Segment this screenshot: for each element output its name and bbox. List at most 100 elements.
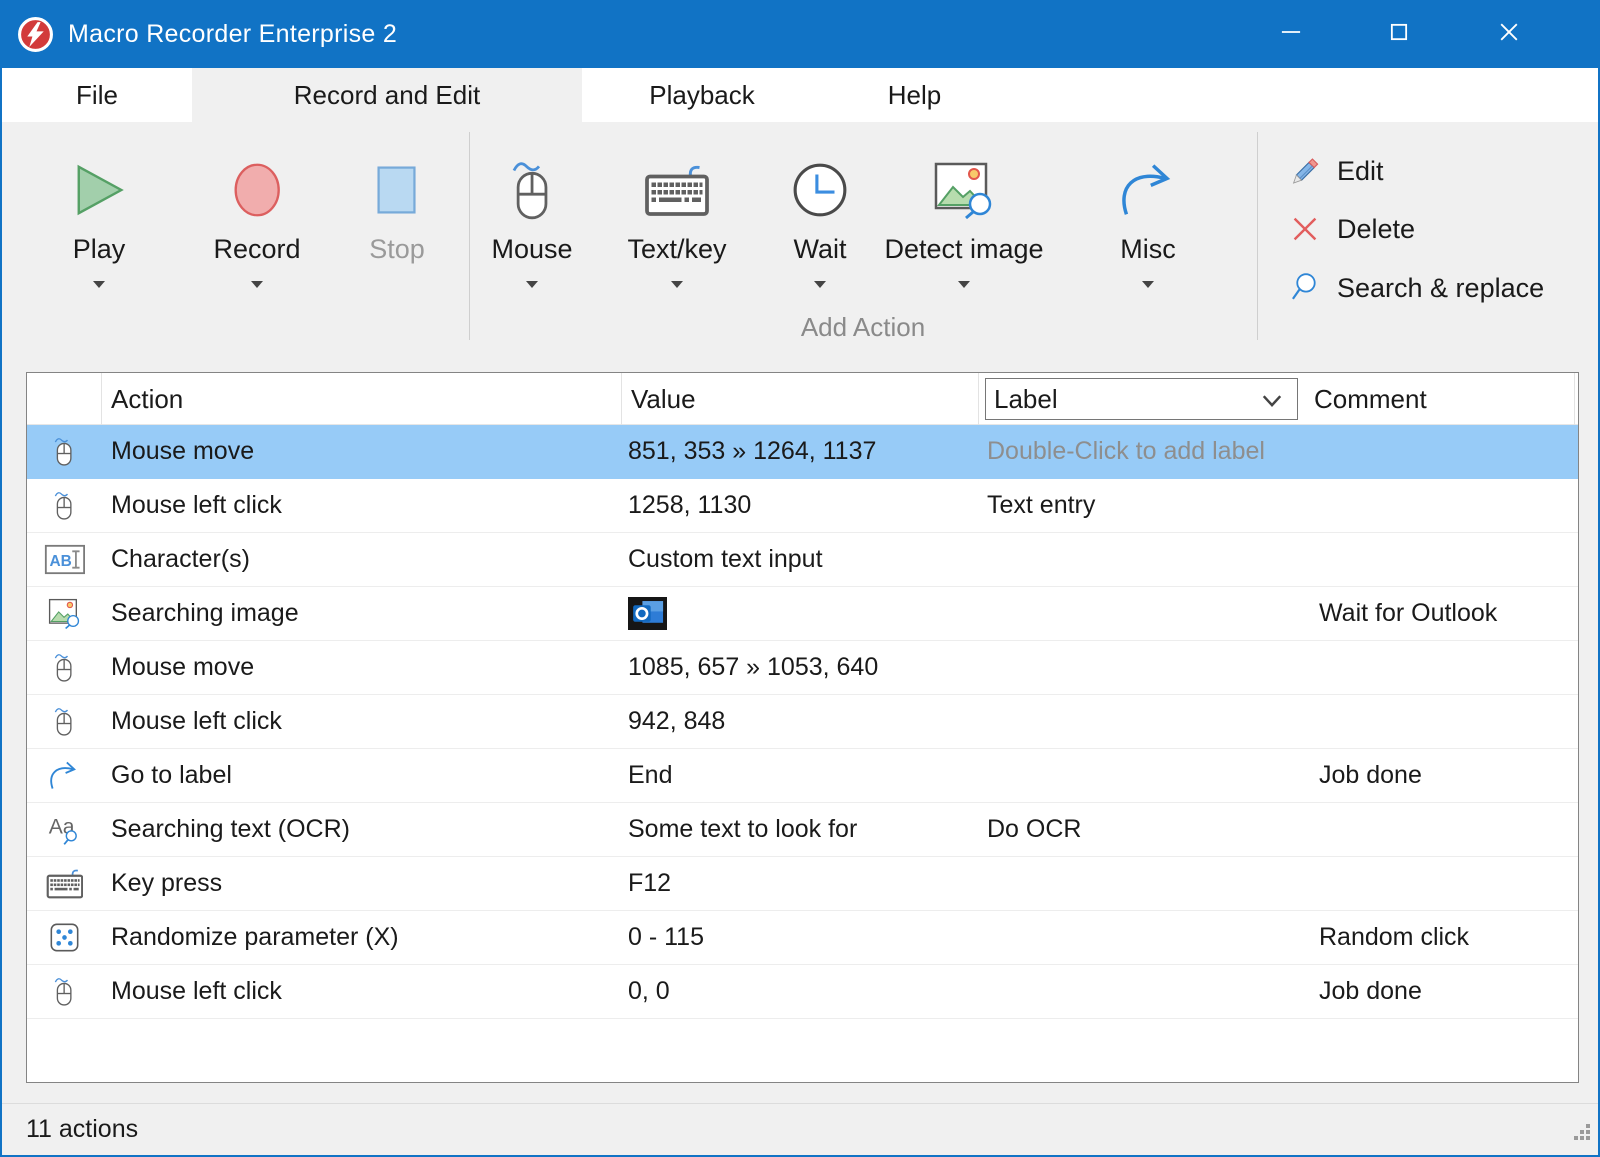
search-replace-label: Search & replace (1337, 273, 1544, 304)
row-value: 0, 0 (622, 977, 979, 1006)
action-table: Action Value Label Comment Mouse move 85… (26, 372, 1579, 1083)
record-button[interactable]: Record (192, 150, 322, 288)
pencil-icon (1285, 155, 1325, 187)
row-value: 1258, 1130 (622, 491, 979, 520)
tab-record-and-edit[interactable]: Record and Edit (192, 68, 582, 122)
menu-bar: File Record and Edit Playback Help (2, 68, 1598, 122)
action-count: 11 actions (26, 1115, 138, 1144)
curved-arrow-icon (27, 760, 102, 791)
record-dropdown-caret[interactable] (251, 281, 263, 288)
comment-column-header[interactable]: Comment (1305, 373, 1575, 425)
table-row[interactable]: Go to label End Job done (27, 749, 1578, 803)
value-column-header[interactable]: Value (622, 373, 979, 425)
search-replace-button[interactable]: Search & replace (1285, 268, 1544, 308)
row-comment: Job done (1305, 977, 1575, 1006)
table-row[interactable]: AB Character(s) Custom text input (27, 533, 1578, 587)
wait-label: Wait (794, 234, 847, 265)
table-row[interactable]: Aa Searching text (OCR) Some text to loo… (27, 803, 1578, 857)
red-x-icon (1285, 213, 1325, 245)
row-action: Go to label (102, 761, 622, 790)
close-icon (1496, 19, 1522, 50)
textkey-dropdown-caret[interactable] (671, 281, 683, 288)
outlook-thumbnail (622, 597, 979, 630)
keyboard-icon (27, 868, 102, 899)
table-row[interactable]: Mouse move 1085, 657 » 1053, 640 (27, 641, 1578, 695)
add-detect-image-action-button[interactable]: Detect image (879, 150, 1049, 288)
row-action: Randomize parameter (X) (102, 923, 622, 952)
add-textkey-action-button[interactable]: Text/key (612, 150, 742, 288)
table-header: Action Value Label Comment (27, 373, 1578, 425)
delete-button[interactable]: Delete (1285, 209, 1415, 249)
tab-playback[interactable]: Playback (582, 68, 822, 122)
row-label[interactable]: Do OCR (979, 815, 1305, 844)
table-row[interactable]: Mouse move 851, 353 » 1264, 1137 Double-… (27, 425, 1578, 479)
ribbon-toolbar: Play Record Stop Mouse Text/key Wait (2, 122, 1598, 350)
mouse-icon (27, 706, 102, 737)
header-filler (1575, 373, 1579, 425)
label-dropdown-text: Label (994, 384, 1058, 415)
play-button[interactable]: Play (34, 150, 164, 288)
stop-icon (375, 150, 418, 230)
add-wait-action-button[interactable]: Wait (755, 150, 885, 288)
table-row[interactable]: Randomize parameter (X) 0 - 115 Random c… (27, 911, 1578, 965)
clock-icon (791, 150, 849, 230)
image-search-icon (933, 150, 995, 230)
tab-file[interactable]: File (2, 68, 192, 122)
minimize-icon (1278, 19, 1304, 50)
row-value: 1085, 657 » 1053, 640 (622, 653, 979, 682)
add-misc-action-button[interactable]: Misc (1083, 150, 1213, 288)
mouse-dropdown-caret[interactable] (526, 281, 538, 288)
close-button[interactable] (1478, 0, 1540, 68)
ocr-text-icon: Aa (27, 814, 102, 845)
row-action: Searching image (102, 599, 622, 628)
row-value: 942, 848 (622, 707, 979, 736)
maximize-button[interactable] (1368, 0, 1430, 68)
table-row[interactable]: Mouse left click 942, 848 (27, 695, 1578, 749)
table-row[interactable]: Mouse left click 1258, 1130 Text entry (27, 479, 1578, 533)
row-value: 0 - 115 (622, 923, 979, 952)
mouse-icon (507, 150, 557, 230)
row-action: Key press (102, 869, 622, 898)
table-row[interactable]: Searching image Wait for Outlook (27, 587, 1578, 641)
lightning-bolt-logo-icon (17, 16, 54, 53)
characters-icon: AB (27, 544, 102, 575)
misc-label: Misc (1120, 234, 1176, 265)
record-label: Record (213, 234, 300, 265)
row-label[interactable]: Text entry (979, 491, 1305, 520)
svg-text:AB: AB (49, 553, 71, 570)
chevron-down-icon (1261, 384, 1283, 415)
status-bar: 11 actions (2, 1103, 1598, 1155)
mouse-icon (27, 976, 102, 1007)
textkey-label: Text/key (627, 234, 726, 265)
edit-label: Edit (1337, 156, 1384, 187)
table-row[interactable]: Mouse left click 0, 0 Job done (27, 965, 1578, 1019)
detect-image-dropdown-caret[interactable] (958, 281, 970, 288)
keyboard-icon (644, 150, 710, 230)
detect-image-label: Detect image (884, 234, 1043, 265)
record-icon (231, 150, 283, 230)
row-value: Custom text input (622, 545, 979, 574)
row-comment: Random click (1305, 923, 1575, 952)
resize-grip[interactable] (1573, 1119, 1591, 1148)
wait-dropdown-caret[interactable] (814, 281, 826, 288)
row-value: 851, 353 » 1264, 1137 (622, 437, 979, 466)
tab-help[interactable]: Help (822, 68, 1007, 122)
label-filter-dropdown[interactable]: Label (985, 378, 1298, 420)
row-action: Mouse left click (102, 977, 622, 1006)
misc-dropdown-caret[interactable] (1142, 281, 1154, 288)
play-dropdown-caret[interactable] (93, 281, 105, 288)
title-bar: Macro Recorder Enterprise 2 (2, 0, 1598, 68)
table-row[interactable]: Key press F12 (27, 857, 1578, 911)
stop-button: Stop (332, 150, 462, 265)
image-search-icon (27, 598, 102, 629)
row-label[interactable]: Double-Click to add label (979, 437, 1305, 466)
add-mouse-action-button[interactable]: Mouse (467, 150, 597, 288)
minimize-button[interactable] (1260, 0, 1322, 68)
window-title: Macro Recorder Enterprise 2 (68, 20, 397, 49)
edit-button[interactable]: Edit (1285, 151, 1384, 191)
mouse-label: Mouse (491, 234, 572, 265)
mouse-icon (27, 436, 102, 467)
row-action: Mouse move (102, 437, 622, 466)
row-value: Some text to look for (622, 815, 979, 844)
action-column-header[interactable]: Action (102, 373, 622, 425)
